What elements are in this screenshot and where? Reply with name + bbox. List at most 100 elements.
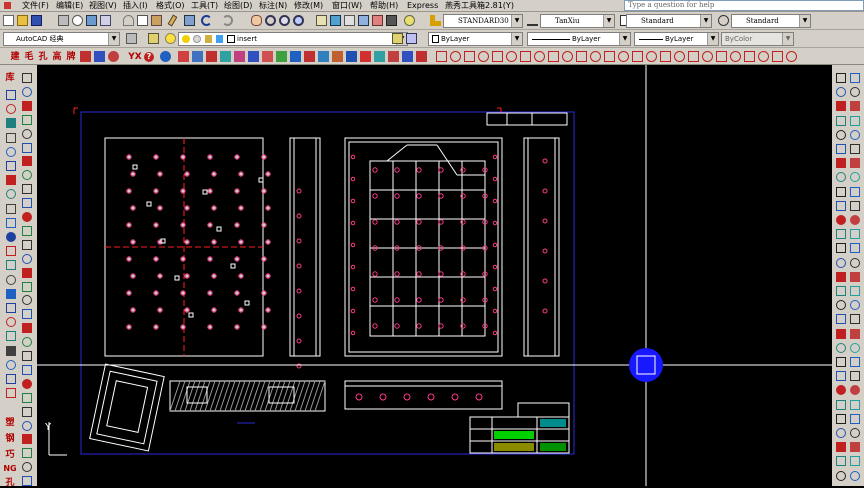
- toolbar-tool-icon[interactable]: [22, 114, 32, 125]
- toolbar-tool-icon[interactable]: [850, 470, 860, 481]
- undo-icon[interactable]: [201, 15, 212, 26]
- snap-tool-icon[interactable]: [464, 51, 475, 62]
- toolbar-tool-icon[interactable]: [6, 217, 16, 228]
- toolbar-tool-icon[interactable]: [850, 186, 860, 197]
- make-current-icon[interactable]: [392, 33, 403, 44]
- toolbar-tool-icon[interactable]: [850, 158, 860, 169]
- toolbar-tool-icon[interactable]: [836, 73, 846, 83]
- toolbar-tool-icon[interactable]: [836, 144, 846, 154]
- save-icon[interactable]: [31, 15, 42, 26]
- toolbar-tool-icon[interactable]: [836, 243, 846, 254]
- toolbar-tool-icon[interactable]: [6, 118, 16, 129]
- snap-tool-icon[interactable]: [534, 51, 545, 62]
- yanxiu-tool-icon[interactable]: [262, 51, 273, 62]
- copy-icon[interactable]: [137, 15, 148, 26]
- toolbar-tool-icon[interactable]: [22, 378, 32, 389]
- yanxiu-yx-button[interactable]: YX: [126, 52, 144, 62]
- toolbar-tool-icon[interactable]: [850, 200, 860, 211]
- help-search-input[interactable]: Type a question for help: [624, 0, 864, 11]
- toolbar-tool-icon[interactable]: [850, 300, 860, 311]
- snap-tool-icon[interactable]: [758, 51, 769, 62]
- toolbar-tool-icon[interactable]: [836, 399, 846, 410]
- toolbar-tool-icon[interactable]: [22, 406, 32, 417]
- yanxiu-tool-icon[interactable]: [388, 51, 399, 62]
- menu-edit[interactable]: 编辑(E): [56, 0, 83, 12]
- toolbar-tool-icon[interactable]: [850, 87, 860, 98]
- toolbar-tool-icon[interactable]: [22, 323, 32, 334]
- zoom-icon[interactable]: [265, 15, 276, 26]
- snap-tool-icon[interactable]: [436, 51, 447, 62]
- designcenter-icon[interactable]: [330, 15, 341, 26]
- yanxiu-help-button[interactable]: ?: [144, 52, 154, 62]
- yanxiu-tool-icon[interactable]: [276, 51, 287, 62]
- toolbar-tool-icon[interactable]: [850, 399, 860, 410]
- snap-tool-icon[interactable]: [772, 51, 783, 62]
- text-style-select[interactable]: STANDARD30 ▼: [443, 14, 523, 28]
- snap-tool-icon[interactable]: [744, 51, 755, 62]
- toolbar-tool-icon[interactable]: [836, 342, 846, 353]
- toolbar-tool-icon[interactable]: [850, 357, 860, 367]
- toolbar-tool-icon[interactable]: [6, 232, 16, 242]
- lineweight-select[interactable]: ByLayer ▼: [634, 32, 719, 46]
- toolbar-tool-icon[interactable]: [6, 374, 16, 384]
- yanxiu-tool-icon[interactable]: [304, 51, 315, 62]
- zoom-window-icon[interactable]: [279, 15, 290, 26]
- toolbar-tool-icon[interactable]: [850, 144, 860, 154]
- yanxiu-tool-icon[interactable]: [402, 51, 413, 62]
- yanxiu-tool-icon[interactable]: [80, 51, 91, 62]
- toolbar-tool-icon[interactable]: [836, 172, 846, 183]
- toolbar-tool-icon[interactable]: [836, 371, 846, 382]
- publish-icon[interactable]: [86, 15, 97, 26]
- toolbar-tool-icon[interactable]: [22, 100, 32, 111]
- yanxiu-tool-icon[interactable]: [360, 51, 371, 62]
- toolbar-tool-icon[interactable]: [22, 212, 32, 222]
- mleader-style-select[interactable]: Standard ▼: [731, 14, 811, 28]
- toolbar-tool-icon[interactable]: [22, 462, 32, 473]
- toolbar-tool-icon[interactable]: [836, 200, 846, 211]
- toolbar-tool-icon[interactable]: [22, 295, 32, 306]
- menu-modify[interactable]: 修改(M): [294, 0, 323, 12]
- snap-tool-icon[interactable]: [660, 51, 671, 62]
- snap-tool-icon[interactable]: [646, 51, 657, 62]
- snap-tool-icon[interactable]: [520, 51, 531, 62]
- drawing-canvas[interactable]: Y: [37, 65, 832, 486]
- toolbar-tool-icon[interactable]: [836, 215, 846, 225]
- drawing-svg[interactable]: Y: [37, 65, 832, 486]
- yanxiu-tool-icon[interactable]: [160, 51, 171, 62]
- toolbar-tool-icon[interactable]: [850, 385, 860, 396]
- yanxiu-tool-icon[interactable]: [178, 51, 189, 62]
- toolbar-tool-icon[interactable]: [850, 215, 860, 225]
- toolbar-tool-icon[interactable]: [22, 198, 32, 209]
- toolbar-tool-icon[interactable]: [850, 172, 860, 183]
- toolbar-tool-icon[interactable]: [6, 288, 16, 299]
- menu-help[interactable]: 帮助(H): [370, 0, 398, 12]
- layer-previous-icon[interactable]: [406, 33, 417, 44]
- toolbar-tool-icon[interactable]: [22, 239, 32, 250]
- toolbar-tool-icon[interactable]: [836, 115, 846, 126]
- yanxiu-tool-icon[interactable]: [234, 51, 245, 62]
- layer-select[interactable]: insert ▼: [178, 32, 408, 46]
- toolbar-tool-icon[interactable]: [850, 73, 860, 83]
- calc-icon[interactable]: [386, 15, 397, 26]
- toolbar-tool-icon[interactable]: [6, 90, 16, 100]
- toolbar-tool-icon[interactable]: [836, 357, 846, 367]
- toolbar-tool-icon[interactable]: [22, 476, 32, 487]
- blockeditor-icon[interactable]: [184, 15, 195, 26]
- menu-yanxiu[interactable]: 燕秀工具箱2.81(Y): [445, 0, 514, 12]
- toolbar-tool-icon[interactable]: [836, 186, 846, 197]
- toolbar-tool-icon[interactable]: [850, 271, 860, 282]
- toolpalette-icon[interactable]: [344, 15, 355, 26]
- snap-tool-icon[interactable]: [478, 51, 489, 62]
- zoom-prev-icon[interactable]: [293, 15, 304, 26]
- yanxiu-tool-icon[interactable]: [94, 51, 105, 62]
- toolbar-tool-icon[interactable]: [6, 317, 16, 328]
- yanxiu-brand-button[interactable]: 牌: [64, 52, 78, 62]
- mleader-style-icon[interactable]: [718, 15, 729, 26]
- dim-style-icon[interactable]: [527, 15, 538, 26]
- toolbar-tool-icon[interactable]: [850, 371, 860, 382]
- toolbar-tool-icon[interactable]: [850, 257, 860, 268]
- toolbar-tool-icon[interactable]: [850, 229, 860, 240]
- menu-format[interactable]: 格式(O): [156, 0, 185, 12]
- toolbar-tool-icon[interactable]: [22, 156, 32, 167]
- toolbar-tool-icon[interactable]: [6, 388, 16, 399]
